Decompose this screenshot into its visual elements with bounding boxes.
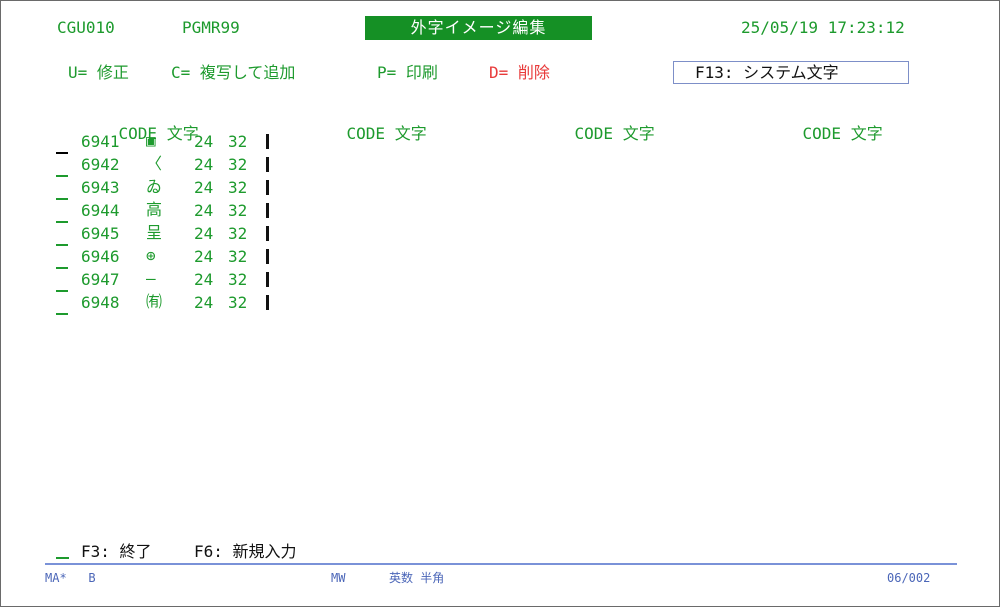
row-height: 32 (228, 224, 248, 243)
row-character-glyph: 〈 (146, 154, 163, 173)
row-width: 24 (194, 224, 214, 243)
row-code: 6941 (81, 132, 120, 151)
row-width: 24 (194, 155, 214, 174)
function-key-input[interactable] (56, 544, 69, 559)
input-mode-status: 英数 半角 (389, 571, 445, 585)
row-code: 6944 (81, 201, 120, 220)
row-select-input[interactable] (56, 302, 68, 315)
row-select-input[interactable] (56, 164, 68, 177)
row-width: 24 (194, 270, 214, 289)
row-character-glyph: 高 (146, 200, 163, 219)
row-height: 32 (228, 155, 248, 174)
row-character-glyph: ⊕ (146, 246, 156, 265)
row-character-glyph: ㈲ (146, 292, 163, 311)
row-character-glyph: ゐ (146, 177, 163, 196)
row-select-input[interactable] (56, 233, 68, 246)
row-separator-bar (266, 203, 269, 218)
row-width: 24 (194, 247, 214, 266)
column-header-char-2: 文字 (394, 124, 427, 143)
row-height: 32 (228, 270, 248, 289)
row-separator-bar (266, 249, 269, 264)
program-id: CGU010 (57, 18, 115, 37)
row-height: 32 (228, 132, 248, 151)
program-name: PGMR99 (182, 18, 240, 37)
column-header-code-4: CODE (802, 124, 842, 143)
update-action: U= 修正 (68, 63, 129, 82)
column-header-4: CODE 文字 (764, 110, 883, 158)
row-separator-bar (266, 157, 269, 172)
row-width: 24 (194, 178, 214, 197)
terminal-screen: CGU010 PGMR99 外字イメージ編集 25/05/19 17:23:12… (0, 0, 1000, 607)
row-separator-bar (266, 226, 269, 241)
row-select-input[interactable] (56, 141, 68, 154)
row-select-input[interactable] (56, 187, 68, 200)
row-select-input[interactable] (56, 279, 68, 292)
print-action: P= 印刷 (377, 63, 438, 82)
row-character-glyph: — (146, 269, 156, 288)
row-separator-bar (266, 180, 269, 195)
row-height: 32 (228, 293, 248, 312)
row-select-input[interactable] (56, 256, 68, 269)
f3-exit-action[interactable]: F3: 終了 (81, 544, 152, 560)
row-code: 6945 (81, 224, 120, 243)
f6-new-entry-action[interactable]: F6: 新規入力 (194, 544, 297, 560)
column-header-code-2: CODE (346, 124, 386, 143)
row-character-glyph: ▣ (146, 131, 156, 150)
page-indicator: 06/002 (887, 571, 931, 585)
status-separator (45, 563, 957, 565)
row-character-glyph: 呈 (146, 223, 163, 242)
row-code: 6946 (81, 247, 120, 266)
row-separator-bar (266, 272, 269, 287)
status-left: MA* B (45, 571, 96, 585)
row-width: 24 (194, 132, 214, 151)
column-header-3: CODE 文字 (536, 110, 655, 158)
column-header-code-3: CODE (574, 124, 614, 143)
page-title: 外字イメージ編集 (365, 16, 592, 40)
delete-action: D= 削除 (489, 63, 550, 82)
row-width: 24 (194, 201, 214, 220)
row-code: 6942 (81, 155, 120, 174)
row-select-input[interactable] (56, 210, 68, 223)
column-header-2: CODE 文字 (308, 110, 427, 158)
date-time: 25/05/19 17:23:12 (741, 18, 905, 37)
row-code: 6943 (81, 178, 120, 197)
column-header-char-3: 文字 (622, 124, 655, 143)
row-height: 32 (228, 247, 248, 266)
row-separator-bar (266, 134, 269, 149)
row-code: 6948 (81, 293, 120, 312)
row-height: 32 (228, 201, 248, 220)
row-height: 32 (228, 178, 248, 197)
copy-add-action: C= 複写して追加 (171, 63, 296, 82)
f13-system-character-button[interactable]: F13: システム文字 (673, 61, 909, 84)
row-code: 6947 (81, 270, 120, 289)
row-width: 24 (194, 293, 214, 312)
row-separator-bar (266, 295, 269, 310)
column-header-char-4: 文字 (850, 124, 883, 143)
status-mode-code: MW (331, 571, 346, 585)
